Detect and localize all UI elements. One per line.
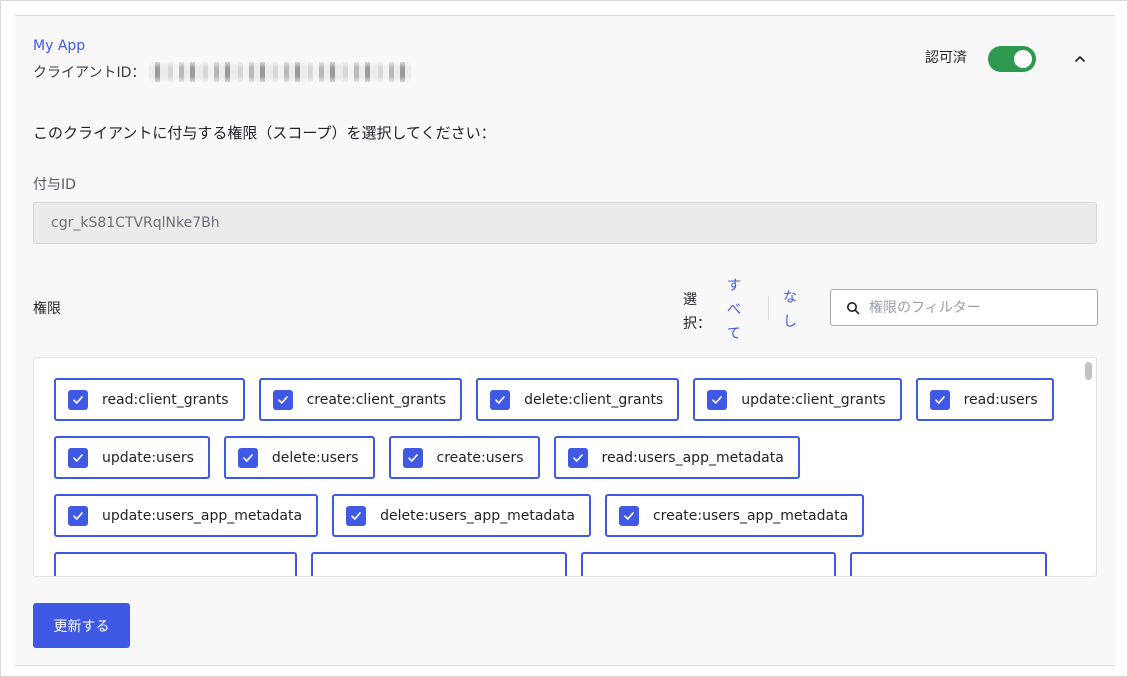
check-icon (572, 453, 583, 462)
scope-label: create:users (436, 449, 524, 466)
filter-input[interactable] (869, 299, 1089, 316)
client-panel: My App クライアントID： 認可済 このクライアントに付与する権限（スコー… (15, 15, 1115, 666)
scope-chip[interactable] (54, 552, 297, 576)
check-icon (712, 395, 723, 404)
scope-label: update:users (102, 449, 194, 466)
permission-filter[interactable] (830, 289, 1098, 326)
scope-chip[interactable]: delete:users_app_metadata (332, 494, 591, 537)
instruction-text: このクライアントに付与する権限（スコープ）を選択してください： (33, 124, 496, 142)
toggle-knob (1014, 50, 1032, 68)
scope-label: delete:users (271, 449, 359, 466)
client-id-row: クライアントID： (33, 62, 412, 82)
app-name[interactable]: My App (33, 38, 85, 54)
scope-chip[interactable]: update:users (54, 436, 210, 479)
scope-label: create:client_grants (306, 391, 447, 408)
select-divider (768, 296, 769, 320)
checkbox[interactable] (618, 505, 639, 526)
scope-label: update:client_grants (741, 391, 886, 408)
scope-chip[interactable]: update:client_grants (693, 378, 902, 421)
scrollbar[interactable] (1083, 359, 1095, 575)
chevron-up-icon[interactable] (1071, 50, 1089, 68)
scope-label: read:client_grants (102, 391, 229, 408)
checkbox[interactable] (490, 389, 511, 410)
checkbox[interactable] (402, 447, 423, 468)
scope-label: update:users_app_metadata (102, 507, 303, 524)
checkbox[interactable] (929, 389, 950, 410)
scope-chip[interactable] (581, 552, 836, 576)
check-icon (277, 395, 288, 404)
scrollbar-thumb[interactable] (1085, 362, 1092, 380)
scope-chip[interactable]: delete:client_grants (476, 378, 680, 421)
update-button[interactable]: 更新する (33, 603, 130, 648)
client-id-redacted (149, 62, 412, 82)
scope-chip[interactable]: create:users_app_metadata (604, 494, 865, 537)
checkbox[interactable] (68, 447, 88, 468)
scope-chip[interactable]: create:users (388, 436, 540, 479)
scope-label: create:users_app_metadata (652, 507, 849, 524)
authorize-toggle[interactable] (988, 46, 1036, 72)
checkbox[interactable] (567, 447, 588, 468)
scope-chip[interactable] (850, 552, 1047, 576)
check-icon (73, 453, 83, 462)
scopes-list: read:client_grants create:client_grants de… (54, 378, 1064, 576)
select-none-link[interactable]: なし (783, 286, 799, 334)
check-icon (351, 511, 361, 520)
scope-label: read:users_app_metadata (601, 449, 784, 466)
checkbox[interactable] (68, 389, 88, 410)
scope-chip[interactable] (311, 552, 567, 576)
permissions-label: 権限 (33, 301, 61, 317)
scope-label: read:users (963, 391, 1038, 408)
check-icon (243, 453, 253, 462)
scope-chip[interactable]: delete:users (223, 436, 375, 479)
scope-chip[interactable]: read:users (915, 378, 1054, 421)
app-frame: My App クライアントID： 認可済 このクライアントに付与する権限（スコー… (0, 0, 1128, 677)
scope-chip[interactable]: read:client_grants (54, 378, 245, 421)
checkbox[interactable] (346, 505, 367, 526)
scope-label: delete:users_app_metadata (380, 507, 575, 524)
check-icon (407, 453, 418, 462)
search-icon (845, 300, 861, 316)
client-id-label: クライアントID： (33, 65, 146, 81)
check-icon (624, 511, 634, 520)
check-icon (495, 395, 505, 404)
scope-chip[interactable]: create:client_grants (258, 378, 463, 421)
checkbox[interactable] (237, 447, 258, 468)
select-label: 選択： (683, 292, 711, 332)
scope-chip[interactable]: update:users_app_metadata (54, 494, 319, 537)
checkbox[interactable] (68, 505, 88, 526)
grant-id-field[interactable] (33, 202, 1097, 244)
scope-label: delete:client_grants (524, 391, 664, 408)
checkbox[interactable] (707, 389, 728, 410)
check-icon (73, 395, 83, 404)
status-label: 認可済 (925, 50, 967, 66)
scopes-list-box: read:client_grants create:client_grants de… (33, 357, 1097, 577)
check-icon (934, 395, 945, 404)
grant-id-label: 付与ID (33, 177, 76, 193)
select-all-link[interactable]: すべて (727, 274, 743, 346)
checkbox[interactable] (272, 389, 293, 410)
check-icon (73, 511, 83, 520)
scope-chip[interactable]: read:users_app_metadata (553, 436, 800, 479)
